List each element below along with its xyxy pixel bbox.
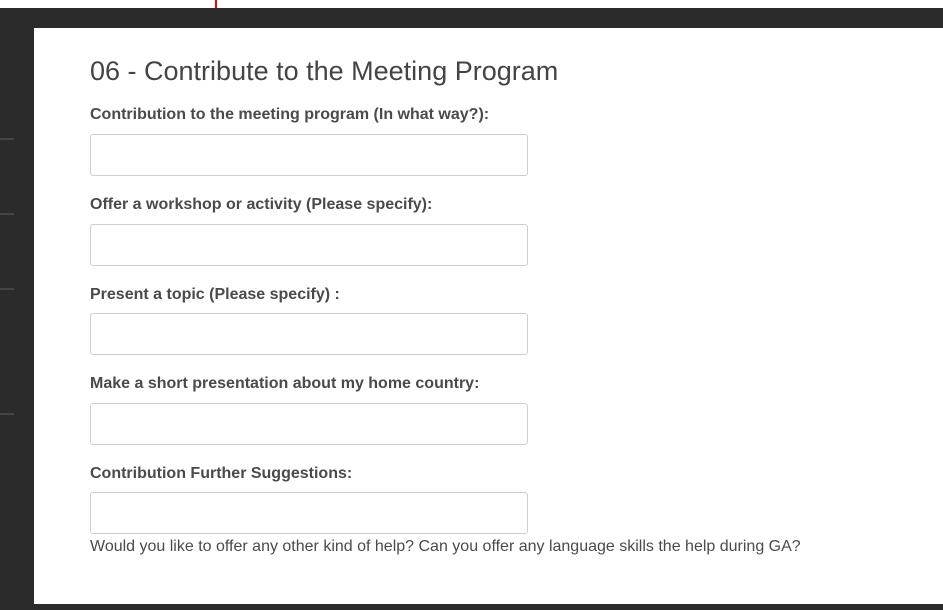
backdrop-edge-mark bbox=[0, 288, 14, 290]
home-country-presentation-label: Make a short presentation about my home … bbox=[90, 375, 480, 392]
home-country-presentation-input[interactable] bbox=[90, 403, 528, 445]
present-topic-input[interactable] bbox=[90, 313, 528, 355]
workshop-label: Offer a workshop or activity (Please spe… bbox=[90, 196, 433, 213]
further-suggestions-input[interactable] bbox=[90, 492, 528, 534]
further-suggestions-label: Contribution Further Suggestions: bbox=[90, 465, 353, 482]
top-strip bbox=[0, 0, 943, 8]
help-question-text: Would you like to offer any other kind o… bbox=[90, 538, 801, 555]
contribution-way-input[interactable] bbox=[90, 134, 528, 176]
section-title: 06 - Contribute to the Meeting Program bbox=[90, 56, 559, 86]
workshop-input[interactable] bbox=[90, 224, 528, 266]
backdrop-edge-mark bbox=[0, 138, 14, 140]
contribution-way-label: Contribution to the meeting program (In … bbox=[90, 106, 490, 123]
backdrop-edge-mark bbox=[0, 213, 14, 215]
present-topic-label: Present a topic (Please specify) : bbox=[90, 286, 340, 303]
backdrop-edge-mark bbox=[0, 413, 14, 415]
red-marker-line bbox=[215, 0, 217, 8]
form-panel: 06 - Contribute to the Meeting Program C… bbox=[34, 28, 943, 604]
